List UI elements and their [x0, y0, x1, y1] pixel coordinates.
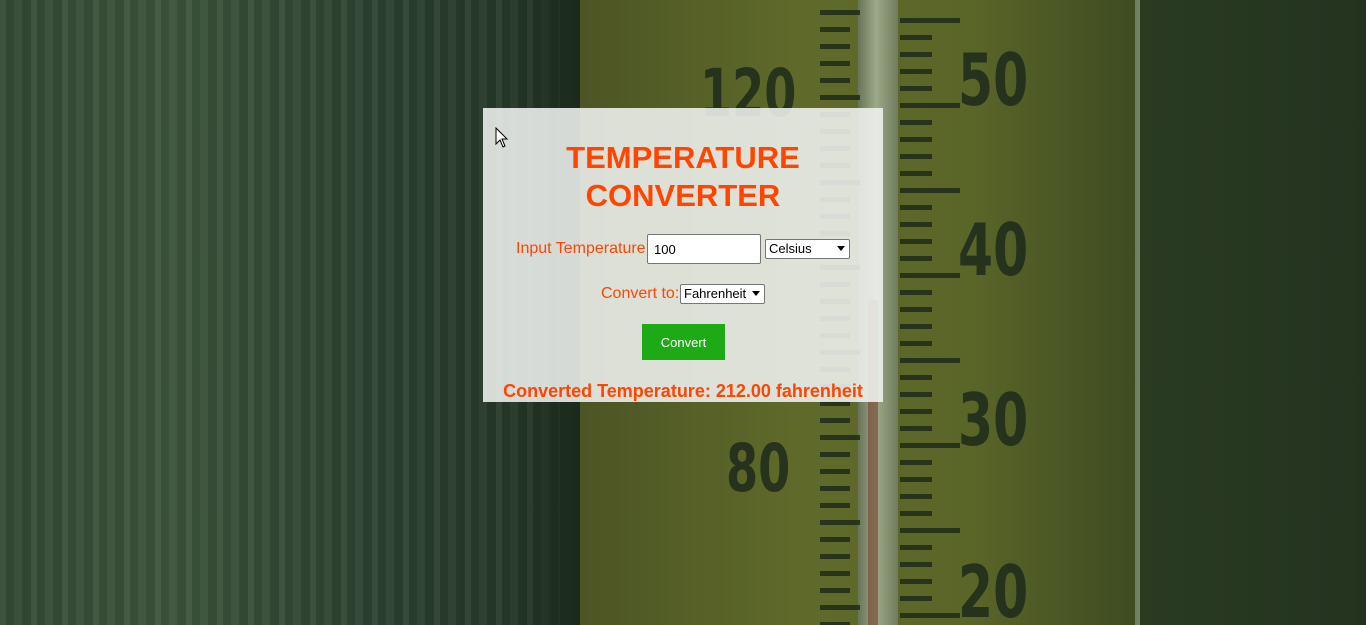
scale-number-80: 80 [726, 430, 791, 507]
scale-tick [900, 256, 932, 261]
scale-tick [820, 520, 860, 525]
scale-tick [900, 188, 960, 193]
scale-tick [900, 222, 932, 227]
scale-tick [900, 86, 932, 91]
scale-number-40: 40 [958, 208, 1029, 292]
convert-to-row: Convert to: Fahrenheit [483, 283, 883, 305]
scale-tick [900, 358, 960, 363]
scale-tick [900, 460, 932, 465]
title-line-1: TEMPERATURE [566, 140, 800, 175]
scale-tick [900, 443, 960, 448]
chevron-down-icon [752, 291, 760, 296]
scale-tick [820, 503, 850, 508]
scale-tick [820, 452, 850, 457]
scale-tick [820, 78, 850, 83]
scale-tick [900, 154, 932, 159]
chevron-down-icon [837, 246, 845, 251]
converter-panel: TEMPERATURE CONVERTER Input Temperature:… [483, 108, 883, 402]
scale-number-50: 50 [958, 38, 1029, 122]
title-line-2: CONVERTER [585, 178, 781, 213]
scale-tick [900, 18, 960, 23]
scale-tick [900, 562, 932, 567]
scale-tick [900, 273, 960, 278]
scale-tick [900, 103, 960, 108]
background-right [1140, 0, 1366, 625]
convert-to-label: Convert to: [601, 285, 680, 302]
scale-tick [900, 341, 932, 346]
scale-tick [900, 171, 932, 176]
to-unit-value: Fahrenheit [684, 286, 747, 301]
scale-tick [900, 35, 932, 40]
scale-tick [820, 418, 850, 423]
scale-tick [820, 435, 860, 440]
scale-tick [900, 477, 932, 482]
scale-tick [820, 537, 850, 542]
converted-temperature-result: Converted Temperature: 212.00 fahrenheit [503, 381, 863, 401]
scale-tick [900, 494, 932, 499]
scale-tick [900, 52, 932, 57]
scale-tick [900, 426, 932, 431]
scale-tick [900, 120, 932, 125]
scale-tick [900, 307, 932, 312]
from-unit-value: Celsius [769, 241, 812, 256]
scale-tick [900, 511, 932, 516]
scale-tick [820, 44, 850, 49]
to-unit-select[interactable]: Fahrenheit [680, 284, 765, 304]
scale-tick [820, 588, 850, 593]
scale-tick [900, 290, 932, 295]
scale-tick [900, 545, 932, 550]
scale-tick [900, 205, 932, 210]
scale-tick [820, 27, 850, 32]
scale-tick [900, 409, 932, 414]
scale-tick [820, 469, 850, 474]
mouse-cursor-icon [495, 127, 509, 148]
scale-tick [900, 137, 932, 142]
input-row: Input Temperature: Celsius [483, 234, 883, 264]
scale-tick [900, 613, 960, 618]
scale-tick [900, 579, 932, 584]
background-wood [0, 0, 560, 625]
scale-tick [900, 392, 932, 397]
scale-number-30: 30 [958, 378, 1029, 462]
scale-tick [900, 596, 932, 601]
scale-tick [820, 10, 860, 15]
scale-tick [820, 61, 850, 66]
scale-tick [900, 69, 932, 74]
scale-tick [820, 571, 850, 576]
from-unit-select[interactable]: Celsius [765, 239, 850, 259]
scale-tick [900, 239, 932, 244]
scale-tick [900, 528, 960, 533]
scale-tick [900, 375, 932, 380]
temperature-input[interactable] [647, 234, 761, 264]
scale-tick [900, 324, 932, 329]
page-title: TEMPERATURE CONVERTER [483, 139, 883, 215]
scale-number-20: 20 [958, 550, 1029, 625]
convert-button[interactable]: Convert [642, 324, 725, 360]
scale-tick [820, 95, 860, 100]
scale-tick [820, 605, 860, 610]
scale-tick [820, 486, 850, 491]
input-temperature-label: Input Temperature: [516, 240, 651, 257]
scale-tick [820, 554, 850, 559]
